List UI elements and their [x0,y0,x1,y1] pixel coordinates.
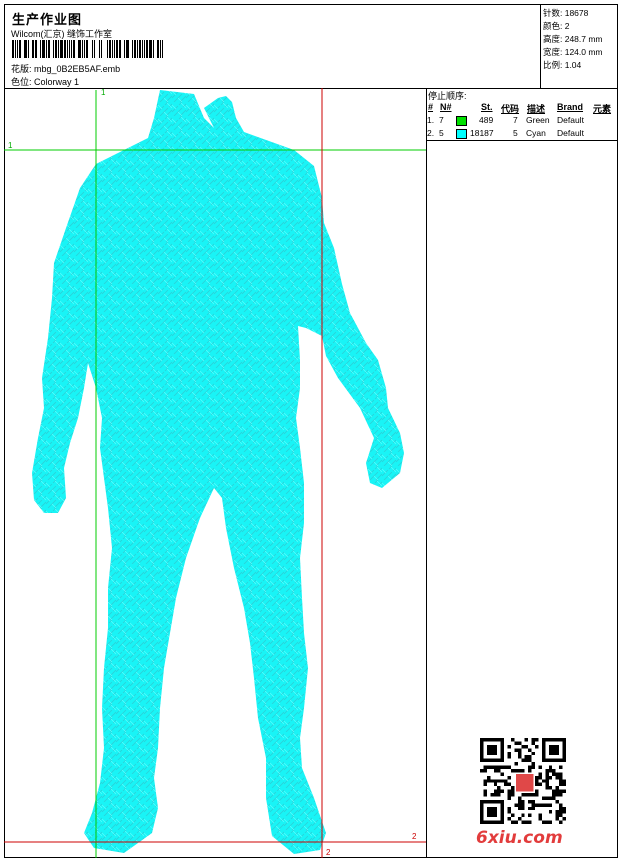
qr-logo-icon [516,774,533,791]
design-file-row: 花版: mbg_0B2EB5AF.emb [11,62,120,75]
guide-label-2-right: 2 [412,832,416,841]
design-file-name: mbg_0B2EB5AF.emb [34,64,120,74]
column-element: 元素 [593,102,611,115]
design-height: 高度: 248.7 mm [543,33,603,45]
row-code: 5 [513,128,518,138]
colorway-label: 色位: [11,77,32,87]
row-description: Green [526,115,550,125]
row-code: 7 [513,115,518,125]
column-index: # [428,102,433,112]
column-brand: Brand [557,102,583,112]
stop-row: 2. 5 18187 5 Cyan Default [427,128,618,140]
panel-divider [427,140,618,141]
design-canvas: 1 1 2 2 [4,88,427,858]
guide-label-1-top: 1 [101,88,105,97]
column-code: 代码 [501,102,519,115]
guide-label-1-left: 1 [8,141,12,150]
row-needle: 7 [439,115,444,125]
row-stitches: 489 [479,115,493,125]
color-swatch [456,129,467,139]
row-index: 1. [427,115,434,125]
row-needle: 5 [439,128,444,138]
barcode [12,40,198,58]
page-title: 生产作业图 [12,9,82,28]
stats-panel: 针数: 18678 颜色: 2 高度: 248.7 mm 宽度: 124.0 m… [540,4,618,89]
qr-code [480,738,566,824]
header-panel: 生产作业图 Wilcom(汇京) 缝饰工作室 花版: mbg_0B2EB5AF.… [4,4,541,89]
design-width: 宽度: 124.0 mm [543,46,603,58]
stop-sequence-title: 停止顺序: [428,89,467,102]
color-swatch [456,116,467,126]
row-stitches: 18187 [470,128,494,138]
design-file-label: 花版: [11,64,32,74]
column-needle: N# [440,102,452,112]
row-brand: Default [557,115,584,125]
color-count: 颜色: 2 [543,20,569,32]
stitch-count: 针数: 18678 [543,7,588,19]
row-description: Cyan [526,128,546,138]
embroidery-preview [4,88,427,858]
embroidery-figure [32,90,404,854]
watermark-logo: 6xiu.com [476,828,563,848]
design-scale: 比例: 1.04 [543,59,581,71]
row-index: 2. [427,128,434,138]
column-description: 描述 [527,102,545,115]
colorway-name: Colorway 1 [34,77,79,87]
guide-label-2-bottom: 2 [326,848,330,857]
column-stitches: St. [481,102,493,112]
studio-name: Wilcom(汇京) 缝饰工作室 [11,27,112,40]
row-brand: Default [557,128,584,138]
colorway-row: 色位: Colorway 1 [11,75,79,88]
stop-row: 1. 7 489 7 Green Default [427,115,618,127]
